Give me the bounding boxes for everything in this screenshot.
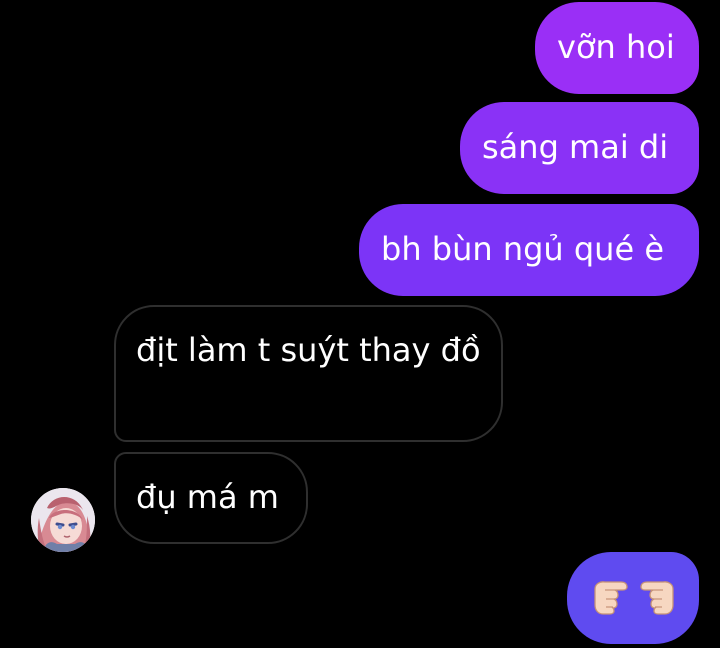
incoming-message[interactable]: đụ má m [114,452,308,544]
outgoing-message[interactable] [567,552,699,644]
message-text: bh bùn ngủ qué è [381,230,664,268]
pointing-hands-emoji [594,581,674,615]
chat-thread: vỡn hoi sáng mai di bh bùn ngủ qué è địt… [0,0,720,648]
message-text: đụ má m [136,478,279,516]
message-text: sáng mai di [482,128,669,166]
outgoing-message[interactable]: sáng mai di [460,102,699,194]
message-text: địt làm t suýt thay đồ [136,331,481,369]
message-text: vỡn hoi [557,28,675,66]
outgoing-message[interactable]: bh bùn ngủ qué è [359,204,699,296]
incoming-message[interactable]: địt làm t suýt thay đồ [114,305,503,442]
anime-avatar-icon[interactable] [31,488,95,552]
outgoing-message[interactable]: vỡn hoi [535,2,699,94]
